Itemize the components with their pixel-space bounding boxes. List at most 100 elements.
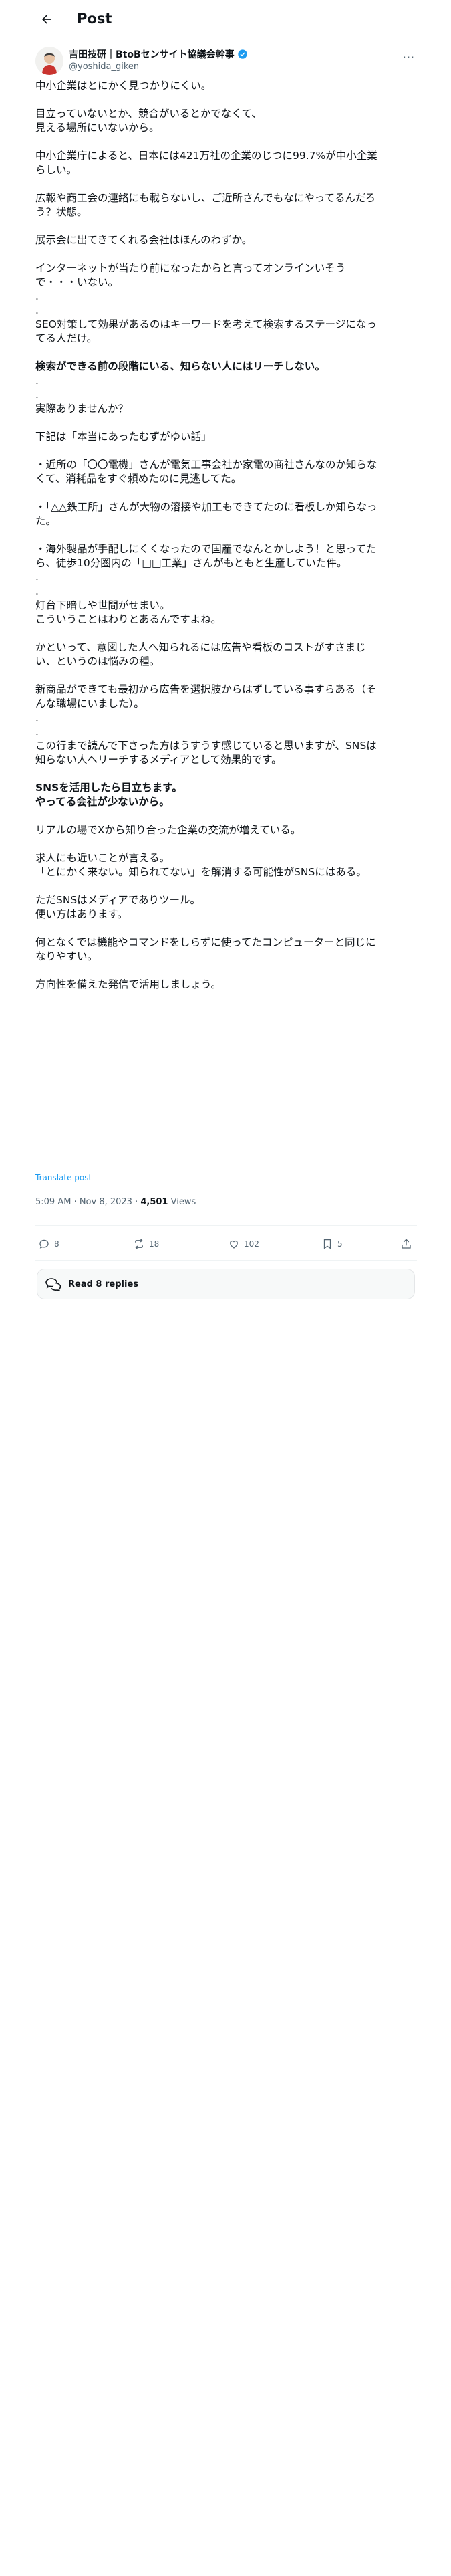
author-name[interactable]: 吉田技研｜BtoBセンサイト協議会幹事: [69, 47, 235, 61]
post-text-line: この行まで読んで下さった方はうすうす感じていると思いますが、SNSは: [35, 740, 377, 752]
post-text-line: ・近所の「〇〇電機」さんが電気工事会社か家電の商社さんなのか知らな: [35, 459, 378, 471]
post-text-line: [35, 964, 418, 978]
post-text-line: ただSNSはメディアでありツール。: [35, 894, 201, 906]
post-text-line: 求人にも近いことが言える。: [35, 852, 170, 864]
post-text-line: [35, 837, 418, 851]
post-text-line: 目立っていないとか、競合がいるとかでなくて、: [35, 108, 262, 120]
post-text-line: らしい。: [35, 164, 78, 176]
post-text-line: [35, 444, 418, 458]
share-icon: [402, 1239, 411, 1249]
share-button[interactable]: [400, 1238, 412, 1250]
post-text-line: [35, 767, 418, 781]
post-text-line: た。: [35, 515, 57, 527]
divider: [35, 1260, 417, 1261]
repost-count: 18: [149, 1239, 160, 1249]
bookmark-icon: [323, 1239, 331, 1249]
post-text-line: .: [35, 304, 39, 316]
post-text-line: [35, 922, 418, 936]
post-text-line: 何となくでは機能やコマンドをしらずに使ってたコンピューターと同じに: [35, 936, 376, 948]
speech-bubbles-icon: [45, 1278, 61, 1291]
post-text-line: 使い方はあります。: [35, 908, 128, 920]
post-text-line: てる人だけ。: [35, 332, 98, 344]
post-text-line: ・「△△鉄工所」さんが大物の溶接や加工もできてたのに看板しか知らなっ: [35, 501, 378, 513]
top-bar: Post: [27, 0, 424, 39]
post-meta: 5:09 AM · Nov 8, 2023 · 4,501 Views: [35, 1197, 196, 1207]
post-text-line: [35, 177, 418, 191]
post-text-line: [35, 416, 418, 430]
back-button[interactable]: [37, 9, 57, 29]
post-text-line: [35, 669, 418, 683]
avatar-image: [35, 47, 63, 75]
post-text-line: .: [35, 712, 39, 724]
reply-icon: [39, 1239, 49, 1249]
bookmark-button[interactable]: 5: [321, 1238, 343, 1250]
post-text-line: んな職場にいました）。: [35, 697, 144, 710]
action-bar: 8 18 102 5: [35, 1235, 416, 1255]
post-text-line: 検索ができる前の段階にいる、知らない人にはリーチしない。: [35, 360, 325, 372]
post-text-line: .: [35, 374, 39, 387]
post-text-line: リアルの場でXから知り合った企業の交流が増えている。: [35, 824, 301, 836]
post-text-line: で・・・いない。: [35, 276, 119, 288]
verified-badge-icon: [237, 49, 247, 59]
post-text-line: [35, 93, 418, 107]
post-text-line: .: [35, 571, 39, 583]
post-text-line: .: [35, 290, 39, 302]
post-text-line: [35, 135, 418, 149]
post-text-line: 「とにかく来ない。知られてない」を解消する可能性がSNSにはある。: [35, 866, 367, 878]
more-options-icon[interactable]: ···: [403, 51, 415, 64]
post-text-line: SEO対策して効果があるのはキーワードを考えて検索するステージになっ: [35, 318, 377, 330]
post-text-line: かといって、意図した人へ知られるには広告や看板のコストがすさまじ: [35, 641, 366, 653]
post-text-line: う？状態。: [35, 206, 88, 218]
post-timestamp[interactable]: 5:09 AM · Nov 8, 2023 ·: [35, 1197, 140, 1207]
post-text-line: ・海外製品が手配しにくくなったので国産でなんとかしよう！と思ってた: [35, 543, 377, 555]
avatar[interactable]: [35, 47, 63, 75]
post-text-line: .: [35, 726, 39, 738]
post-text-line: .: [35, 389, 39, 401]
post-text-line: 灯台下暗しや世間がせまい。: [35, 599, 170, 611]
reply-count: 8: [54, 1239, 59, 1249]
read-replies-button[interactable]: Read 8 replies: [37, 1269, 415, 1299]
post-text-line: やってる会社が少ないから。: [35, 796, 170, 808]
post-text-line: [35, 486, 418, 500]
post-text-line: 実際ありませんか？: [35, 403, 129, 415]
post-text-line: くて、消耗品をすぐ頼めたのに見逃してた。: [35, 473, 242, 485]
post-text-line: [35, 528, 418, 542]
author-name-row: 吉田技研｜BtoBセンサイト協議会幹事: [69, 47, 248, 61]
post-text-line: [35, 346, 418, 360]
author-handle[interactable]: @yoshida_giken: [69, 62, 139, 72]
like-button[interactable]: 102: [228, 1238, 259, 1250]
page-title: Post: [77, 11, 112, 27]
reply-button[interactable]: 8: [38, 1238, 59, 1250]
post-text-line: [35, 219, 418, 233]
arrow-left-icon: [42, 15, 51, 24]
post-text-line: [35, 627, 418, 641]
post-text-line: [35, 247, 418, 261]
divider: [35, 1225, 417, 1226]
read-replies-label: Read 8 replies: [68, 1279, 139, 1289]
like-count: 102: [244, 1239, 259, 1249]
post-text-line: 下記は「本当にあったむずがゆい話」: [35, 431, 212, 443]
post-text-line: SNSを活用したら目立ちます。: [35, 782, 182, 794]
post-text-line: [35, 809, 418, 823]
post-text: 中小企業はとにかく見つかりにくい。目立っていないとか、競合がいるとかでなくて、見…: [35, 79, 418, 992]
post-text-line: 方向性を備えた発信で活用しましょう。: [35, 978, 222, 990]
views-label: Views: [168, 1197, 196, 1207]
heart-icon: [230, 1240, 238, 1249]
post-text-line: なりやすい。: [35, 950, 98, 962]
post-text-line: [35, 879, 418, 893]
translate-post-link[interactable]: Translate post: [35, 1173, 92, 1182]
post-author: 吉田技研｜BtoBセンサイト協議会幹事 @yoshida_giken ···: [35, 47, 416, 80]
repost-button[interactable]: 18: [133, 1238, 159, 1250]
post-text-line: インターネットが当たり前になったからと言ってオンラインいそう: [35, 262, 346, 274]
post-text-line: ら、徒歩10分圏内の「□□工業」さんがもともと生産していた件。: [35, 557, 347, 569]
main-column: Post 吉田技研｜BtoBセンサイト協議会幹事 @yoshida_giken …: [27, 0, 424, 2576]
post-text-line: 見える場所にいないから。: [35, 122, 160, 134]
post-text-line: 知らない人へリーチするメディアとして効果的です。: [35, 754, 282, 766]
post-text-line: 展示会に出てきてくれる会社はほんのわずか。: [35, 234, 253, 246]
post-text-line: 中小企業はとにかく見つかりにくい。: [35, 80, 212, 92]
bookmark-count: 5: [337, 1239, 343, 1249]
post-text-line: い、というのは悩みの種。: [35, 655, 160, 667]
post-text-line: 広報や商工会の連絡にも載らないし、ご近所さんでもなにやってるんだろ: [35, 192, 376, 204]
post-text-line: 中小企業庁によると、日本には421万社の企業のじつに99.7%が中小企業: [35, 150, 378, 162]
post-text-line: こういうことはわりとあるんですよね。: [35, 613, 222, 625]
